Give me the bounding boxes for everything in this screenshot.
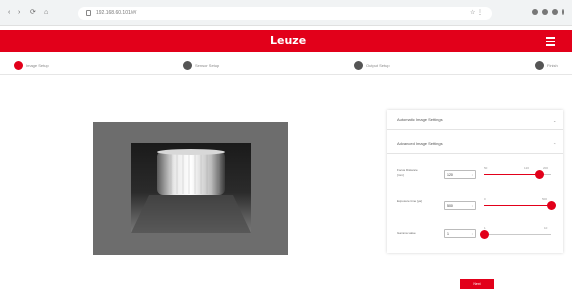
brand-logo: Leuze <box>270 34 307 47</box>
image-settings-panel: Automatic Image Settings ⌄ Advanced Imag… <box>387 110 563 253</box>
next-button[interactable]: Next <box>460 279 494 289</box>
slider-thumb[interactable] <box>480 230 489 239</box>
section-title: Automatic Image Settings <box>397 117 443 122</box>
step-label: Finish <box>547 63 558 68</box>
stepper-arrows-icon[interactable]: ↕ <box>472 203 474 209</box>
slider-thumb[interactable] <box>534 170 544 179</box>
exposure-time-input[interactable]: 500 ↕ <box>444 201 476 210</box>
camera-image <box>131 143 251 233</box>
gamma-value-input[interactable]: 1 ↕ <box>444 229 476 238</box>
menu-icon[interactable] <box>546 37 555 46</box>
app-header: Leuze <box>0 30 572 52</box>
slider-min-label: 0 <box>484 197 486 201</box>
slider-max-label: 200 <box>543 166 549 170</box>
focus-distance-label: Focus Distance [mm] <box>397 168 418 177</box>
profile-icon[interactable] <box>552 9 558 15</box>
image-viewer <box>93 122 288 255</box>
lock-icon <box>86 10 91 16</box>
focus-distance-slider[interactable]: 50 120 200 <box>484 166 551 180</box>
browser-chrome: ‹ › ⟳ ⌂ 192.168.60.101/#/ ☆ ⋮ <box>0 0 572 26</box>
step-indicator <box>183 61 192 70</box>
focus-distance-value: 120 <box>447 173 453 177</box>
step-label: Sensor Setup <box>195 63 220 68</box>
forward-icon[interactable]: › <box>18 9 20 17</box>
gamma-value-label: Gamma value <box>397 231 416 235</box>
slider-max-label: 500 <box>542 197 548 201</box>
address-bar[interactable]: 192.168.60.101/#/ ☆ ⋮ <box>78 7 492 20</box>
slider-thumb[interactable] <box>547 201 556 210</box>
section-title: Advanced Image Settings <box>397 141 443 146</box>
extension-icon[interactable] <box>542 9 548 15</box>
chevron-up-icon: ⌃ <box>553 142 557 147</box>
slider-fill <box>484 205 551 206</box>
exposure-time-label: Exposure time [µs] <box>397 199 422 203</box>
chevron-down-icon: ⌄ <box>553 118 557 123</box>
step-indicator <box>535 61 544 70</box>
slider-current-label: 120 <box>524 166 530 170</box>
exposure-time-value: 500 <box>447 204 453 208</box>
home-icon[interactable]: ⌂ <box>44 9 48 17</box>
automatic-image-settings-header[interactable]: Automatic Image Settings ⌄ <box>387 110 563 130</box>
advanced-image-settings-header[interactable]: Advanced Image Settings ⌃ <box>387 134 563 154</box>
step-indicator <box>354 61 363 70</box>
slider-track <box>484 234 551 235</box>
step-label: Image Setup <box>26 63 49 68</box>
reload-icon[interactable]: ⟳ <box>30 9 36 17</box>
step-label: Output Setup <box>366 63 390 68</box>
exposure-time-slider[interactable]: 0 500 <box>484 197 556 211</box>
stepper-arrows-icon[interactable]: ↕ <box>472 231 474 237</box>
address-text: 192.168.60.101/#/ <box>96 10 137 16</box>
bookmark-star-icon[interactable]: ☆ ⋮ <box>470 9 483 18</box>
focus-distance-input[interactable]: 120 ↕ <box>444 170 476 179</box>
wizard-stepper: Image Setup Sensor Setup Output Setup Fi… <box>0 56 572 74</box>
more-icon[interactable] <box>562 9 564 15</box>
slider-max-label: 10 <box>544 226 548 230</box>
slider-min-label: 50 <box>484 166 488 170</box>
next-button-label: Next <box>473 282 481 286</box>
slider-min-label: 1 <box>484 226 486 230</box>
slider-fill <box>484 174 539 175</box>
back-icon[interactable]: ‹ <box>8 9 10 17</box>
gamma-value-slider[interactable]: 1 10 <box>480 226 551 240</box>
stepper-arrows-icon[interactable]: ↕ <box>472 172 474 178</box>
extension-icon[interactable] <box>532 9 538 15</box>
divider <box>0 74 572 75</box>
step-indicator <box>14 61 23 70</box>
gamma-value: 1 <box>447 232 449 236</box>
